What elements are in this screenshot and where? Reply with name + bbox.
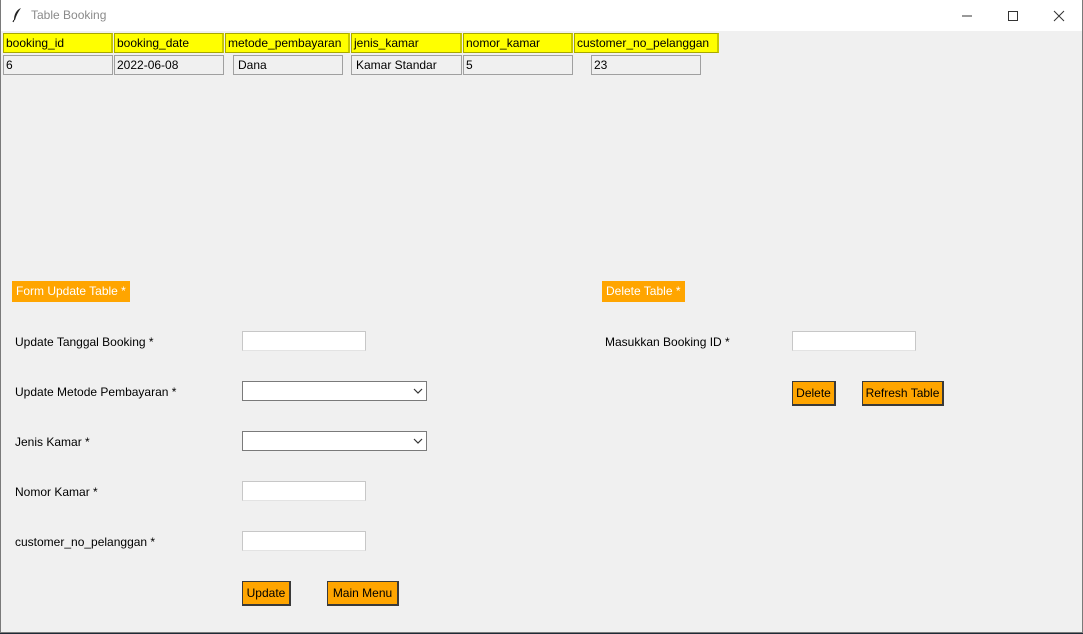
- header-customer-no-pelanggan: customer_no_pelanggan: [574, 33, 719, 53]
- table-cell: 5: [463, 55, 573, 75]
- update-tanggal-input[interactable]: [242, 331, 366, 351]
- refresh-table-button[interactable]: Refresh Table: [862, 381, 944, 406]
- customer-no-pelanggan-input[interactable]: [242, 531, 366, 551]
- chevron-down-icon: [413, 388, 423, 394]
- jenis-kamar-select[interactable]: [242, 431, 427, 451]
- customer-no-pelanggan-label: customer_no_pelanggan *: [15, 535, 156, 549]
- main-menu-button[interactable]: Main Menu: [327, 581, 399, 606]
- header-nomor-kamar: nomor_kamar: [463, 33, 573, 53]
- update-tanggal-label: Update Tanggal Booking *: [15, 335, 154, 349]
- delete-button[interactable]: Delete: [792, 381, 836, 406]
- close-button[interactable]: [1036, 0, 1082, 31]
- update-metode-select[interactable]: [242, 381, 427, 401]
- nomor-kamar-input[interactable]: [242, 481, 366, 501]
- booking-id-label: Masukkan Booking ID *: [605, 335, 730, 349]
- close-icon: [1053, 10, 1065, 22]
- nomor-kamar-label: Nomor Kamar *: [15, 485, 98, 499]
- maximize-button[interactable]: [990, 0, 1036, 31]
- feather-icon: [10, 7, 26, 23]
- minimize-button[interactable]: [944, 0, 990, 31]
- booking-id-input[interactable]: [792, 331, 916, 351]
- header-metode-pembayaran: metode_pembayaran: [225, 33, 350, 53]
- minimize-icon: [962, 15, 972, 17]
- title-bar: Table Booking: [1, 0, 1082, 31]
- header-booking-id: booking_id: [3, 33, 113, 53]
- maximize-icon: [1008, 11, 1018, 21]
- table-cell: 2022-06-08: [114, 55, 224, 75]
- header-booking-date: booking_date: [114, 33, 224, 53]
- update-button[interactable]: Update: [242, 581, 291, 606]
- table-cell: Kamar Standar: [351, 55, 462, 75]
- header-jenis-kamar: jenis_kamar: [351, 33, 462, 53]
- update-form-title: Form Update Table *: [12, 281, 130, 302]
- table-cell: Dana: [233, 55, 343, 75]
- table-cell: 6: [3, 55, 113, 75]
- table-cell: 23: [591, 55, 701, 75]
- chevron-down-icon: [413, 438, 423, 444]
- delete-form-title: Delete Table *: [602, 281, 685, 302]
- update-metode-label: Update Metode Pembayaran *: [15, 385, 177, 399]
- jenis-kamar-label: Jenis Kamar *: [15, 435, 90, 449]
- window-title: Table Booking: [31, 8, 107, 22]
- app-window: Table Booking booking_id booking_date me…: [0, 0, 1083, 633]
